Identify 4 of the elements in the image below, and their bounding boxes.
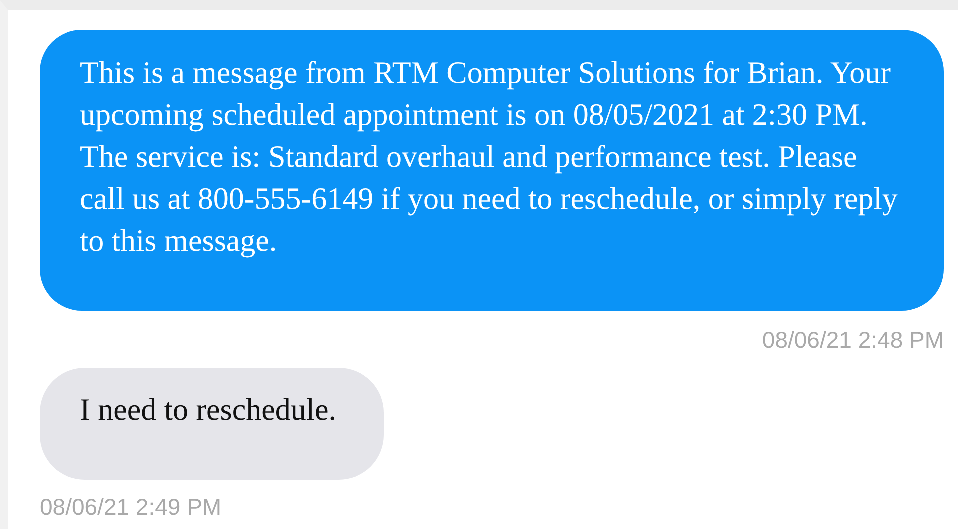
message-timestamp: 08/06/21 2:49 PM (40, 494, 222, 521)
sent-message-bubble: This is a message from RTM Computer Solutions for Brian. Your upcoming scheduled appointment is on 08/05/2021 at 2:30 PM. The service is: Standard overhaul and performance test. Please call us at 800-555-6149 if you need to reschedule, or simply reply to this message. (40, 30, 944, 311)
received-message-bubble: I need to reschedule. (40, 368, 384, 480)
message-timestamp: 08/06/21 2:48 PM (762, 327, 944, 354)
